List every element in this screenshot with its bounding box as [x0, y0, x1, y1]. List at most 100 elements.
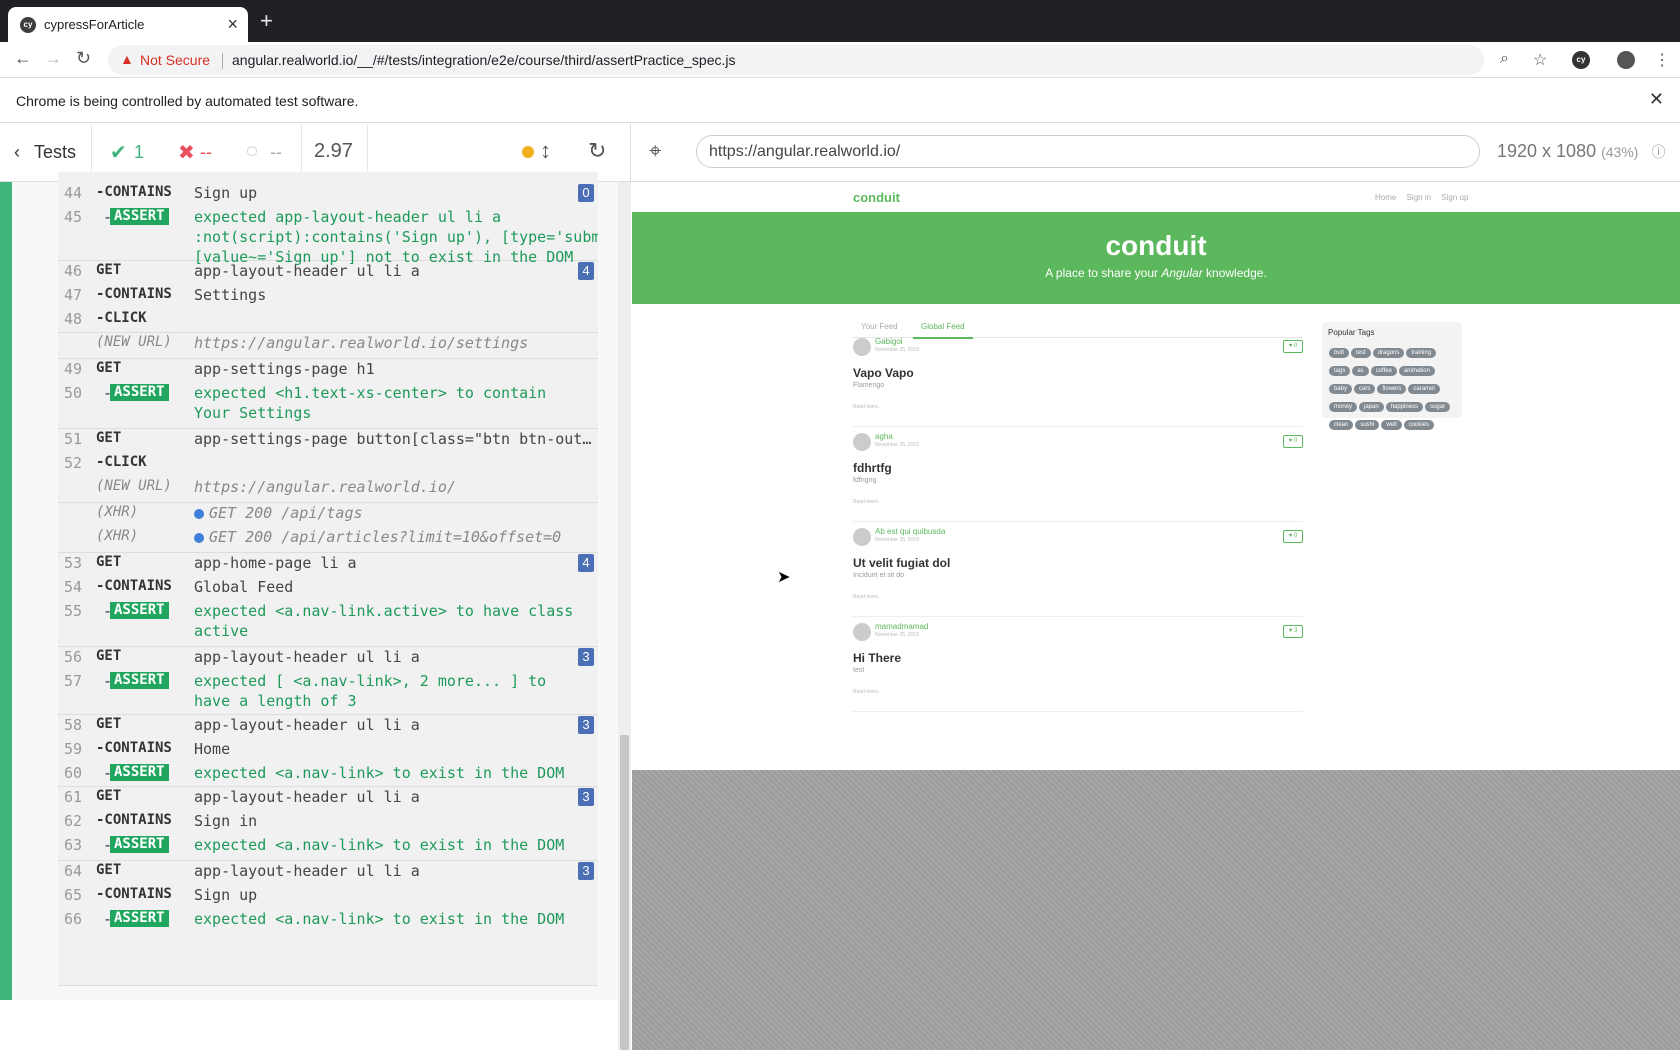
- tag-pill[interactable]: cars: [1354, 384, 1376, 394]
- app-brand[interactable]: conduit: [853, 190, 900, 205]
- command-row[interactable]: 63- ASSERT expected <a.nav-link> to exist …: [58, 836, 598, 858]
- article-preview[interactable]: Gabigol November 25, 2019 ♥ 0 Vapo Vapo Flam…: [853, 332, 1303, 427]
- read-more-link[interactable]: Read more...: [853, 689, 882, 695]
- tag-pill[interactable]: animation: [1398, 366, 1435, 376]
- command-row[interactable]: 52 -CLICK: [58, 454, 598, 476]
- author-name[interactable]: Ab est qui quibusda: [875, 527, 945, 536]
- command-row[interactable]: 60- ASSERT expected <a.nav-link> to exist …: [58, 764, 598, 786]
- bookmark-star-icon[interactable]: ☆: [1533, 50, 1547, 70]
- author-avatar[interactable]: [853, 623, 871, 641]
- infobar-close-icon[interactable]: ✕: [1649, 89, 1664, 110]
- tag-pill[interactable]: as: [1352, 366, 1369, 376]
- profile-avatar-icon[interactable]: [1617, 51, 1635, 69]
- tag-pill[interactable]: japan: [1359, 402, 1384, 412]
- command-row[interactable]: 44 -CONTAINS Sign up 0: [58, 184, 598, 206]
- tab-close-icon[interactable]: ×: [227, 14, 238, 35]
- command-row[interactable]: (XHR) GET 200 /api/tags: [58, 504, 598, 526]
- article-title[interactable]: Vapo Vapo: [853, 366, 914, 380]
- article-preview[interactable]: mamadmamad November 25, 2019 ♥ 3 Hi There te…: [853, 617, 1303, 712]
- command-row[interactable]: 59 -CONTAINS Home: [58, 740, 598, 762]
- browser-tab[interactable]: cy cypressForArticle ×: [8, 7, 248, 42]
- command-row[interactable]: 48 -CLICK: [58, 310, 598, 332]
- article-preview[interactable]: Ab est qui quibusda November 25, 2019 ♥ 0 U…: [853, 522, 1303, 617]
- tag-pill[interactable]: happiness: [1385, 402, 1424, 412]
- zoom-icon[interactable]: ⌕: [1500, 50, 1509, 68]
- command-row[interactable]: 54 -CONTAINS Global Feed: [58, 578, 598, 600]
- aut-url-field[interactable]: https://angular.realworld.io/: [696, 135, 1480, 168]
- tag-pill[interactable]: baby: [1329, 384, 1353, 394]
- command-row[interactable]: 47 -CONTAINS Settings: [58, 286, 598, 308]
- command-row[interactable]: 64 GET app-layout-header ul li a 3: [58, 862, 598, 884]
- reload-icon[interactable]: ↻: [76, 48, 91, 69]
- tag-pill[interactable]: cookies: [1403, 420, 1435, 430]
- command-row[interactable]: 46 GET app-layout-header ul li a 4: [58, 262, 598, 284]
- app-nav-sign-up[interactable]: Sign up: [1441, 193, 1468, 202]
- command-line-number: 51: [64, 430, 83, 448]
- command-row[interactable]: 57- ASSERT expected [ <a.nav-link>, 2 more…: [58, 672, 598, 710]
- article-title[interactable]: fdhrtfg: [853, 461, 892, 475]
- command-row[interactable]: 50- ASSERT expected <h1.text-xs-center> to…: [58, 384, 598, 422]
- command-row[interactable]: 49 GET app-settings-page h1: [58, 360, 598, 382]
- command-row[interactable]: (NEW URL) https://angular.realworld.io/: [58, 478, 598, 500]
- tag-pill[interactable]: test: [1351, 348, 1371, 358]
- menu-kebab-icon[interactable]: ⋮: [1654, 50, 1670, 70]
- author-avatar[interactable]: [853, 338, 871, 356]
- resize-arrows-icon[interactable]: ↕: [540, 138, 551, 164]
- not-secure-label[interactable]: Not Secure: [140, 52, 210, 68]
- command-row[interactable]: 58 GET app-layout-header ul li a 3: [58, 716, 598, 738]
- read-more-link[interactable]: Read more...: [853, 499, 882, 505]
- tag-pill[interactable]: butt: [1329, 348, 1350, 358]
- new-tab-icon[interactable]: +: [260, 10, 273, 32]
- back-icon[interactable]: ←: [14, 48, 32, 69]
- tag-pill[interactable]: dragons: [1372, 348, 1405, 358]
- tag-pill[interactable]: money: [1329, 402, 1358, 412]
- author-avatar[interactable]: [853, 528, 871, 546]
- scrollbar-thumb[interactable]: [620, 735, 629, 1050]
- address-bar[interactable]: ▲ Not Secure angular.realworld.io/__/#/t…: [108, 45, 1484, 75]
- command-row[interactable]: 65 -CONTAINS Sign up: [58, 886, 598, 908]
- author-avatar[interactable]: [853, 433, 871, 451]
- favorite-button[interactable]: ♥ 0: [1283, 340, 1303, 353]
- tag-pill[interactable]: well: [1381, 420, 1402, 430]
- tab-your-feed[interactable]: Your Feed: [861, 322, 898, 331]
- tag-pill[interactable]: flowers: [1377, 384, 1407, 394]
- article-title[interactable]: Hi There: [853, 651, 901, 665]
- command-row[interactable]: 56 GET app-layout-header ul li a 3: [58, 648, 598, 670]
- app-nav-sign-in[interactable]: Sign in: [1407, 193, 1431, 202]
- read-more-link[interactable]: Read more...: [853, 404, 882, 410]
- article-title[interactable]: Ut velit fugiat dol: [853, 556, 950, 570]
- favorite-button[interactable]: ♥ 0: [1283, 530, 1303, 543]
- command-row[interactable]: 62 -CONTAINS Sign in: [58, 812, 598, 834]
- command-row[interactable]: 45- ASSERT expected app-layout-header ul l…: [58, 208, 598, 266]
- rerun-icon[interactable]: ↻: [588, 138, 606, 164]
- cypress-extension-icon[interactable]: cy: [1572, 51, 1590, 69]
- command-row[interactable]: 53 GET app-home-page li a 4: [58, 554, 598, 576]
- favorite-button[interactable]: ♥ 3: [1283, 625, 1303, 638]
- selector-playground-crosshair-icon[interactable]: ⌖: [649, 138, 661, 164]
- author-name[interactable]: Gabigol: [875, 337, 903, 346]
- favorite-button[interactable]: ♥ 0: [1283, 435, 1303, 448]
- app-nav-home[interactable]: Home: [1375, 193, 1396, 202]
- address-url[interactable]: angular.realworld.io/__/#/tests/integrat…: [232, 52, 736, 68]
- tag-pill[interactable]: training: [1406, 348, 1437, 358]
- command-row[interactable]: 55- ASSERT expected <a.nav-link.active> to…: [58, 602, 598, 640]
- command-row[interactable]: (NEW URL) https://angular.realworld.io/se…: [58, 334, 598, 356]
- auto-scroll-indicator-icon[interactable]: [522, 146, 534, 158]
- author-name[interactable]: mamadmamad: [875, 622, 928, 631]
- command-row[interactable]: 66- ASSERT expected <a.nav-link> to exist …: [58, 910, 598, 932]
- tag-pill[interactable]: sushi: [1355, 420, 1380, 430]
- command-row[interactable]: 51 GET app-settings-page button[class="btn…: [58, 430, 598, 452]
- tag-pill[interactable]: coffee: [1370, 366, 1397, 376]
- forward-icon[interactable]: →: [44, 48, 62, 69]
- author-name[interactable]: agha: [875, 432, 893, 441]
- tag-pill[interactable]: caramel: [1408, 384, 1440, 394]
- tag-pill[interactable]: sugar: [1425, 402, 1451, 412]
- tag-pill[interactable]: tags: [1329, 366, 1351, 376]
- command-row[interactable]: (XHR) GET 200 /api/articles?limit=10&offs…: [58, 528, 598, 550]
- tag-pill[interactable]: clean: [1329, 420, 1354, 430]
- read-more-link[interactable]: Read more...: [853, 594, 882, 600]
- info-icon[interactable]: ⓘ: [1651, 144, 1665, 160]
- article-preview[interactable]: agha November 25, 2019 ♥ 0 fdhrtfg fdfngng Re…: [853, 427, 1303, 522]
- command-row[interactable]: 61 GET app-layout-header ul li a 3: [58, 788, 598, 810]
- command-line-number: 53: [64, 554, 83, 572]
